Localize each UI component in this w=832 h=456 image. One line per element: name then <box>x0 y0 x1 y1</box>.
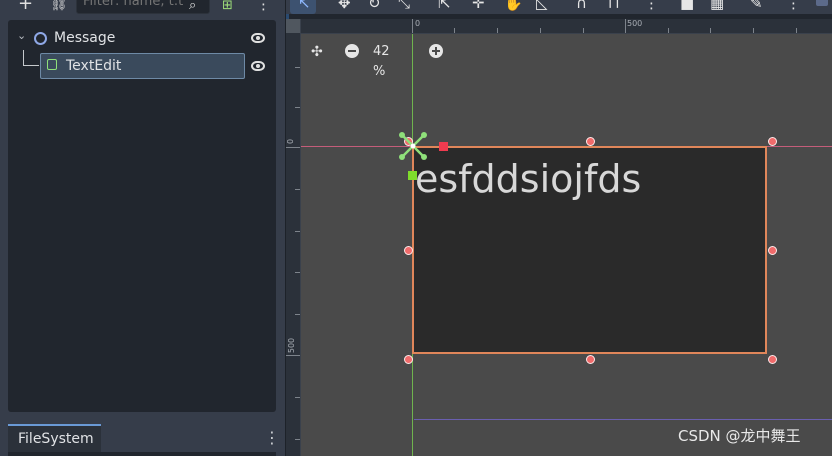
ruler-tick <box>286 355 300 356</box>
tree-item-label: TextEdit <box>66 58 122 74</box>
zoom-in-icon[interactable] <box>429 44 443 58</box>
ruler-tick <box>583 28 584 33</box>
anchor-handle-offset[interactable] <box>439 142 448 151</box>
scene-dock: + ⛓ ⌕ ⊞ ⋮ ⌄ Message TextEdit FileSystem … <box>0 0 285 456</box>
ruler-tick <box>295 439 300 440</box>
snap-icon[interactable]: ∩ <box>576 0 587 11</box>
scale-tool-icon[interactable]: ⤡ <box>398 0 410 11</box>
zoom-level[interactable]: 42 % <box>373 42 390 82</box>
center-view-icon[interactable]: ✣ <box>311 42 323 62</box>
ruler-tick <box>412 19 413 33</box>
lock-icon[interactable]: ■ <box>680 0 694 11</box>
canvas-2d[interactable]: ✣ 42 % esfddsiojfds <box>301 34 832 456</box>
ruler-tick <box>295 107 300 108</box>
ruler-tick <box>295 231 300 232</box>
list-select-icon[interactable]: ⇱ <box>438 0 451 11</box>
resize-handle-bottom-right[interactable] <box>768 355 777 364</box>
ruler-tick <box>625 19 626 33</box>
textedit-icon <box>47 59 57 70</box>
ruler-tick <box>497 28 498 33</box>
ruler-tick <box>286 147 300 148</box>
resize-handle-bottom-left[interactable] <box>404 355 413 364</box>
anchor-handle[interactable] <box>408 171 417 180</box>
chevron-down-icon[interactable]: ⌄ <box>17 29 26 42</box>
eye-icon[interactable] <box>251 61 265 71</box>
ruler-label: 0 <box>415 19 421 28</box>
node-circle-icon <box>34 32 47 45</box>
rotate-tool-icon[interactable]: ↻ <box>368 0 381 11</box>
eye-icon[interactable] <box>251 33 265 43</box>
ruler-tick <box>295 314 300 315</box>
plus-icon[interactable]: + <box>18 0 33 14</box>
ruler-label: 500 <box>287 337 297 354</box>
zoom-out-icon[interactable] <box>345 44 359 58</box>
ruler-tick <box>295 189 300 190</box>
tree-item-textedit[interactable]: TextEdit <box>40 53 245 79</box>
tab-filesystem[interactable]: FileSystem <box>8 424 101 452</box>
resize-handle-right[interactable] <box>768 246 777 255</box>
ruler-tick <box>753 28 754 33</box>
resize-handle-top[interactable] <box>586 137 595 146</box>
select-tool-icon[interactable]: ↖ <box>298 0 311 11</box>
ruler-label: 0 <box>286 138 296 145</box>
add-scene-icon[interactable]: ⊞ <box>222 0 233 16</box>
textedit-content[interactable]: esfddsiojfds <box>415 154 641 204</box>
tree-connector <box>23 50 24 65</box>
ruler-label: 500 <box>627 19 643 28</box>
group-icon[interactable]: ▦ <box>710 0 724 11</box>
ruler-tool-icon[interactable]: ◺ <box>536 0 548 11</box>
link-icon[interactable]: ⛓ <box>50 0 68 14</box>
ruler-tick <box>710 28 711 33</box>
ruler-tick <box>796 28 797 33</box>
search-icon: ⌕ <box>189 0 197 13</box>
filesystem-panel <box>8 452 276 456</box>
resize-handle-top-right[interactable] <box>768 137 777 146</box>
ruler-tick <box>295 272 300 273</box>
tree-item-message[interactable]: ⌄ Message <box>8 26 276 50</box>
vertical-dots-icon[interactable]: ⋮ <box>644 0 659 11</box>
ruler-tick <box>454 28 455 33</box>
watermark: CSDN @龙中舞王 <box>678 427 801 445</box>
bone-icon[interactable]: ✎ <box>750 0 763 11</box>
tree-item-label: Message <box>54 30 116 46</box>
anchor-pivot-icon[interactable] <box>397 130 429 162</box>
resize-handle-left[interactable] <box>404 246 413 255</box>
textedit-node[interactable]: esfddsiojfds <box>412 146 767 354</box>
ruler-tick <box>295 67 300 68</box>
filesystem-dock: FileSystem ⋮ <box>0 418 285 456</box>
scene-tree: ⌄ Message TextEdit <box>8 20 276 412</box>
camera-icon[interactable] <box>816 0 828 6</box>
vertical-dots-icon[interactable]: ⋮ <box>256 0 271 14</box>
ruler-tick <box>295 397 300 398</box>
ruler-corner <box>286 19 300 33</box>
viewport-panel: ↖ ✥ ↻ ⤡ ⇱ ✛ ✋ ◺ ∩ ⊓ ⋮ ■ ▦ ✎ ⋮ 0 500 0 50… <box>286 0 832 456</box>
vertical-dots-icon[interactable]: ⋮ <box>786 0 801 11</box>
editor-toolbar: ↖ ✥ ↻ ⤡ ⇱ ✛ ✋ ◺ ∩ ⊓ ⋮ ■ ▦ ✎ ⋮ <box>286 0 832 14</box>
scene-toolbar: + ⛓ ⌕ ⊞ ⋮ <box>0 0 285 16</box>
grid-snap-icon[interactable]: ⊓ <box>608 0 620 11</box>
ruler-horizontal[interactable]: 0 500 <box>300 19 832 34</box>
vertical-dots-icon[interactable]: ⋮ <box>264 430 280 446</box>
viewport-boundary-line <box>414 419 832 420</box>
pan-tool-icon[interactable]: ✋ <box>504 0 523 11</box>
ruler-tick <box>540 28 541 33</box>
pivot-tool-icon[interactable]: ✛ <box>472 0 485 11</box>
resize-handle-bottom[interactable] <box>586 355 595 364</box>
ruler-vertical[interactable]: 0 500 <box>286 19 301 456</box>
tree-connector <box>23 65 39 66</box>
ruler-tick <box>668 28 669 33</box>
move-tool-icon[interactable]: ✥ <box>338 0 351 11</box>
